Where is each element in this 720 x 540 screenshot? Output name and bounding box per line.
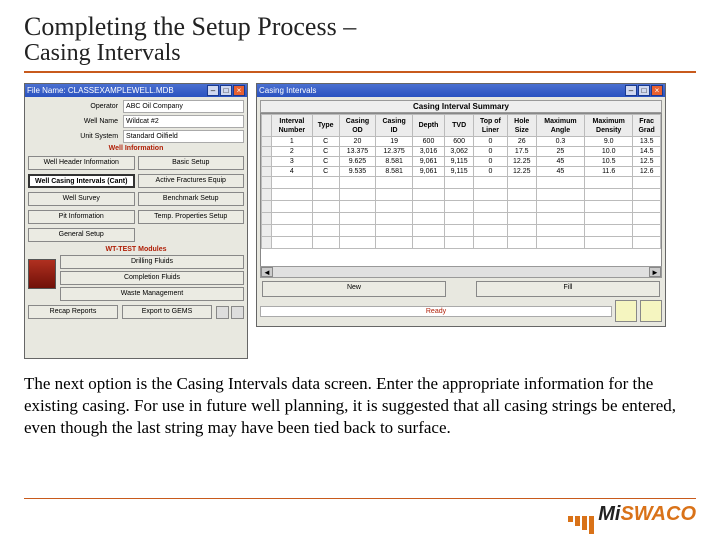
- table-row[interactable]: 3C9.6258.5819,0619,115012.254510.512.5: [262, 157, 661, 167]
- ci-titlebar[interactable]: Casing Intervals – □ ×: [257, 84, 665, 97]
- minimize-icon[interactable]: –: [625, 85, 637, 96]
- general-setup-button[interactable]: General Setup: [28, 228, 135, 242]
- ci-col-header: MaximumDensity: [585, 115, 633, 137]
- ci-grid[interactable]: IntervalNumberTypeCasingODCasingIDDepthT…: [260, 113, 662, 267]
- temp-properties-button[interactable]: Temp. Properties Setup: [138, 210, 245, 224]
- ci-col-header: IntervalNumber: [272, 115, 313, 137]
- help-icon[interactable]: [615, 300, 637, 322]
- logo-text-b: SWACO: [620, 503, 696, 525]
- operator-value: ABC Oil Company: [123, 100, 244, 113]
- maximize-icon[interactable]: □: [220, 85, 232, 96]
- ci-col-header: Top ofLiner: [474, 115, 507, 137]
- ci-window-title: Casing Intervals: [259, 86, 316, 95]
- title-divider: [24, 71, 696, 73]
- new-button[interactable]: New: [262, 281, 446, 297]
- well-casing-intervals-button[interactable]: Well Casing Intervals (Cant): [28, 174, 135, 188]
- exit-icon[interactable]: [640, 300, 662, 322]
- active-fractures-button[interactable]: Active Fractures Equip: [138, 174, 245, 188]
- benchmark-setup-button[interactable]: Benchmark Setup: [138, 192, 245, 206]
- ci-col-header: CasingOD: [339, 115, 376, 137]
- maximize-icon[interactable]: □: [638, 85, 650, 96]
- operator-label: Operator: [28, 100, 121, 113]
- scroll-right-icon[interactable]: ►: [649, 267, 661, 277]
- wellname-label: Well Name: [28, 115, 121, 128]
- tool-icon-2[interactable]: [231, 306, 244, 319]
- recap-reports-button[interactable]: Recap Reports: [28, 305, 118, 319]
- tool-icon-1[interactable]: [216, 306, 229, 319]
- brand-logo: MiSWACO: [568, 503, 696, 534]
- ci-col-header: HoleSize: [507, 115, 536, 137]
- main-window-title: File Name: CLASSEXAMPLEWELL.MDB: [27, 86, 174, 95]
- waste-management-button[interactable]: Waste Management: [60, 287, 244, 301]
- export-gems-button[interactable]: Export to GEMS: [122, 305, 212, 319]
- ci-col-header: TVD: [445, 115, 474, 137]
- close-icon[interactable]: ×: [651, 85, 663, 96]
- basic-setup-button[interactable]: Basic Setup: [138, 156, 245, 170]
- scroll-left-icon[interactable]: ◄: [261, 267, 273, 277]
- group-well-info: Well Information: [28, 143, 244, 154]
- well-header-info-button[interactable]: Well Header Information: [28, 156, 135, 170]
- logo-text-a: Mi: [598, 503, 620, 525]
- unitsys-label: Unit System: [28, 130, 121, 143]
- table-row[interactable]: 1C20196006000260.39.013.5: [262, 137, 661, 147]
- ci-col-header: Depth: [412, 115, 444, 137]
- table-row[interactable]: 4C9.5358.5819,0619,115012.254511.612.6: [262, 167, 661, 177]
- table-row[interactable]: 2C13.37512.3753,0163,062017.52510.014.5: [262, 147, 661, 157]
- minimize-icon[interactable]: –: [207, 85, 219, 96]
- completion-fluids-button[interactable]: Completion Fluids: [60, 271, 244, 285]
- drilling-fluids-button[interactable]: Drilling Fluids: [60, 255, 244, 269]
- pit-information-button[interactable]: Pit Information: [28, 210, 135, 224]
- module-thumbnail: [28, 259, 56, 289]
- slide-title: Completing the Setup Process –: [24, 12, 696, 42]
- wellname-value: Wildcat #2: [123, 115, 244, 128]
- well-survey-button[interactable]: Well Survey: [28, 192, 135, 206]
- casing-intervals-window: Casing Intervals – □ × Casing Interval S…: [256, 83, 666, 327]
- horizontal-scrollbar[interactable]: ◄ ►: [260, 266, 662, 278]
- ci-summary-header: Casing Interval Summary: [260, 100, 662, 113]
- main-window-titlebar[interactable]: File Name: CLASSEXAMPLEWELL.MDB – □ ×: [25, 84, 247, 97]
- unitsys-value: Standard Oilfield: [123, 130, 244, 143]
- slide-subtitle: Casing Intervals: [24, 40, 696, 67]
- slide-footer: MiSWACO: [0, 498, 720, 534]
- ci-col-header: MaximumAngle: [536, 115, 584, 137]
- ci-col-header: Type: [312, 115, 339, 137]
- main-setup-window: File Name: CLASSEXAMPLEWELL.MDB – □ × Op…: [24, 83, 248, 359]
- ci-col-header: FracGrad: [633, 115, 661, 137]
- group-wt-test: WT-TEST Modules: [28, 244, 244, 255]
- ci-col-header: CasingID: [376, 115, 413, 137]
- close-icon[interactable]: ×: [233, 85, 245, 96]
- fill-button[interactable]: Fill: [476, 281, 660, 297]
- slide-body-text: The next option is the Casing Intervals …: [24, 373, 696, 439]
- status-bar: Ready: [260, 306, 612, 317]
